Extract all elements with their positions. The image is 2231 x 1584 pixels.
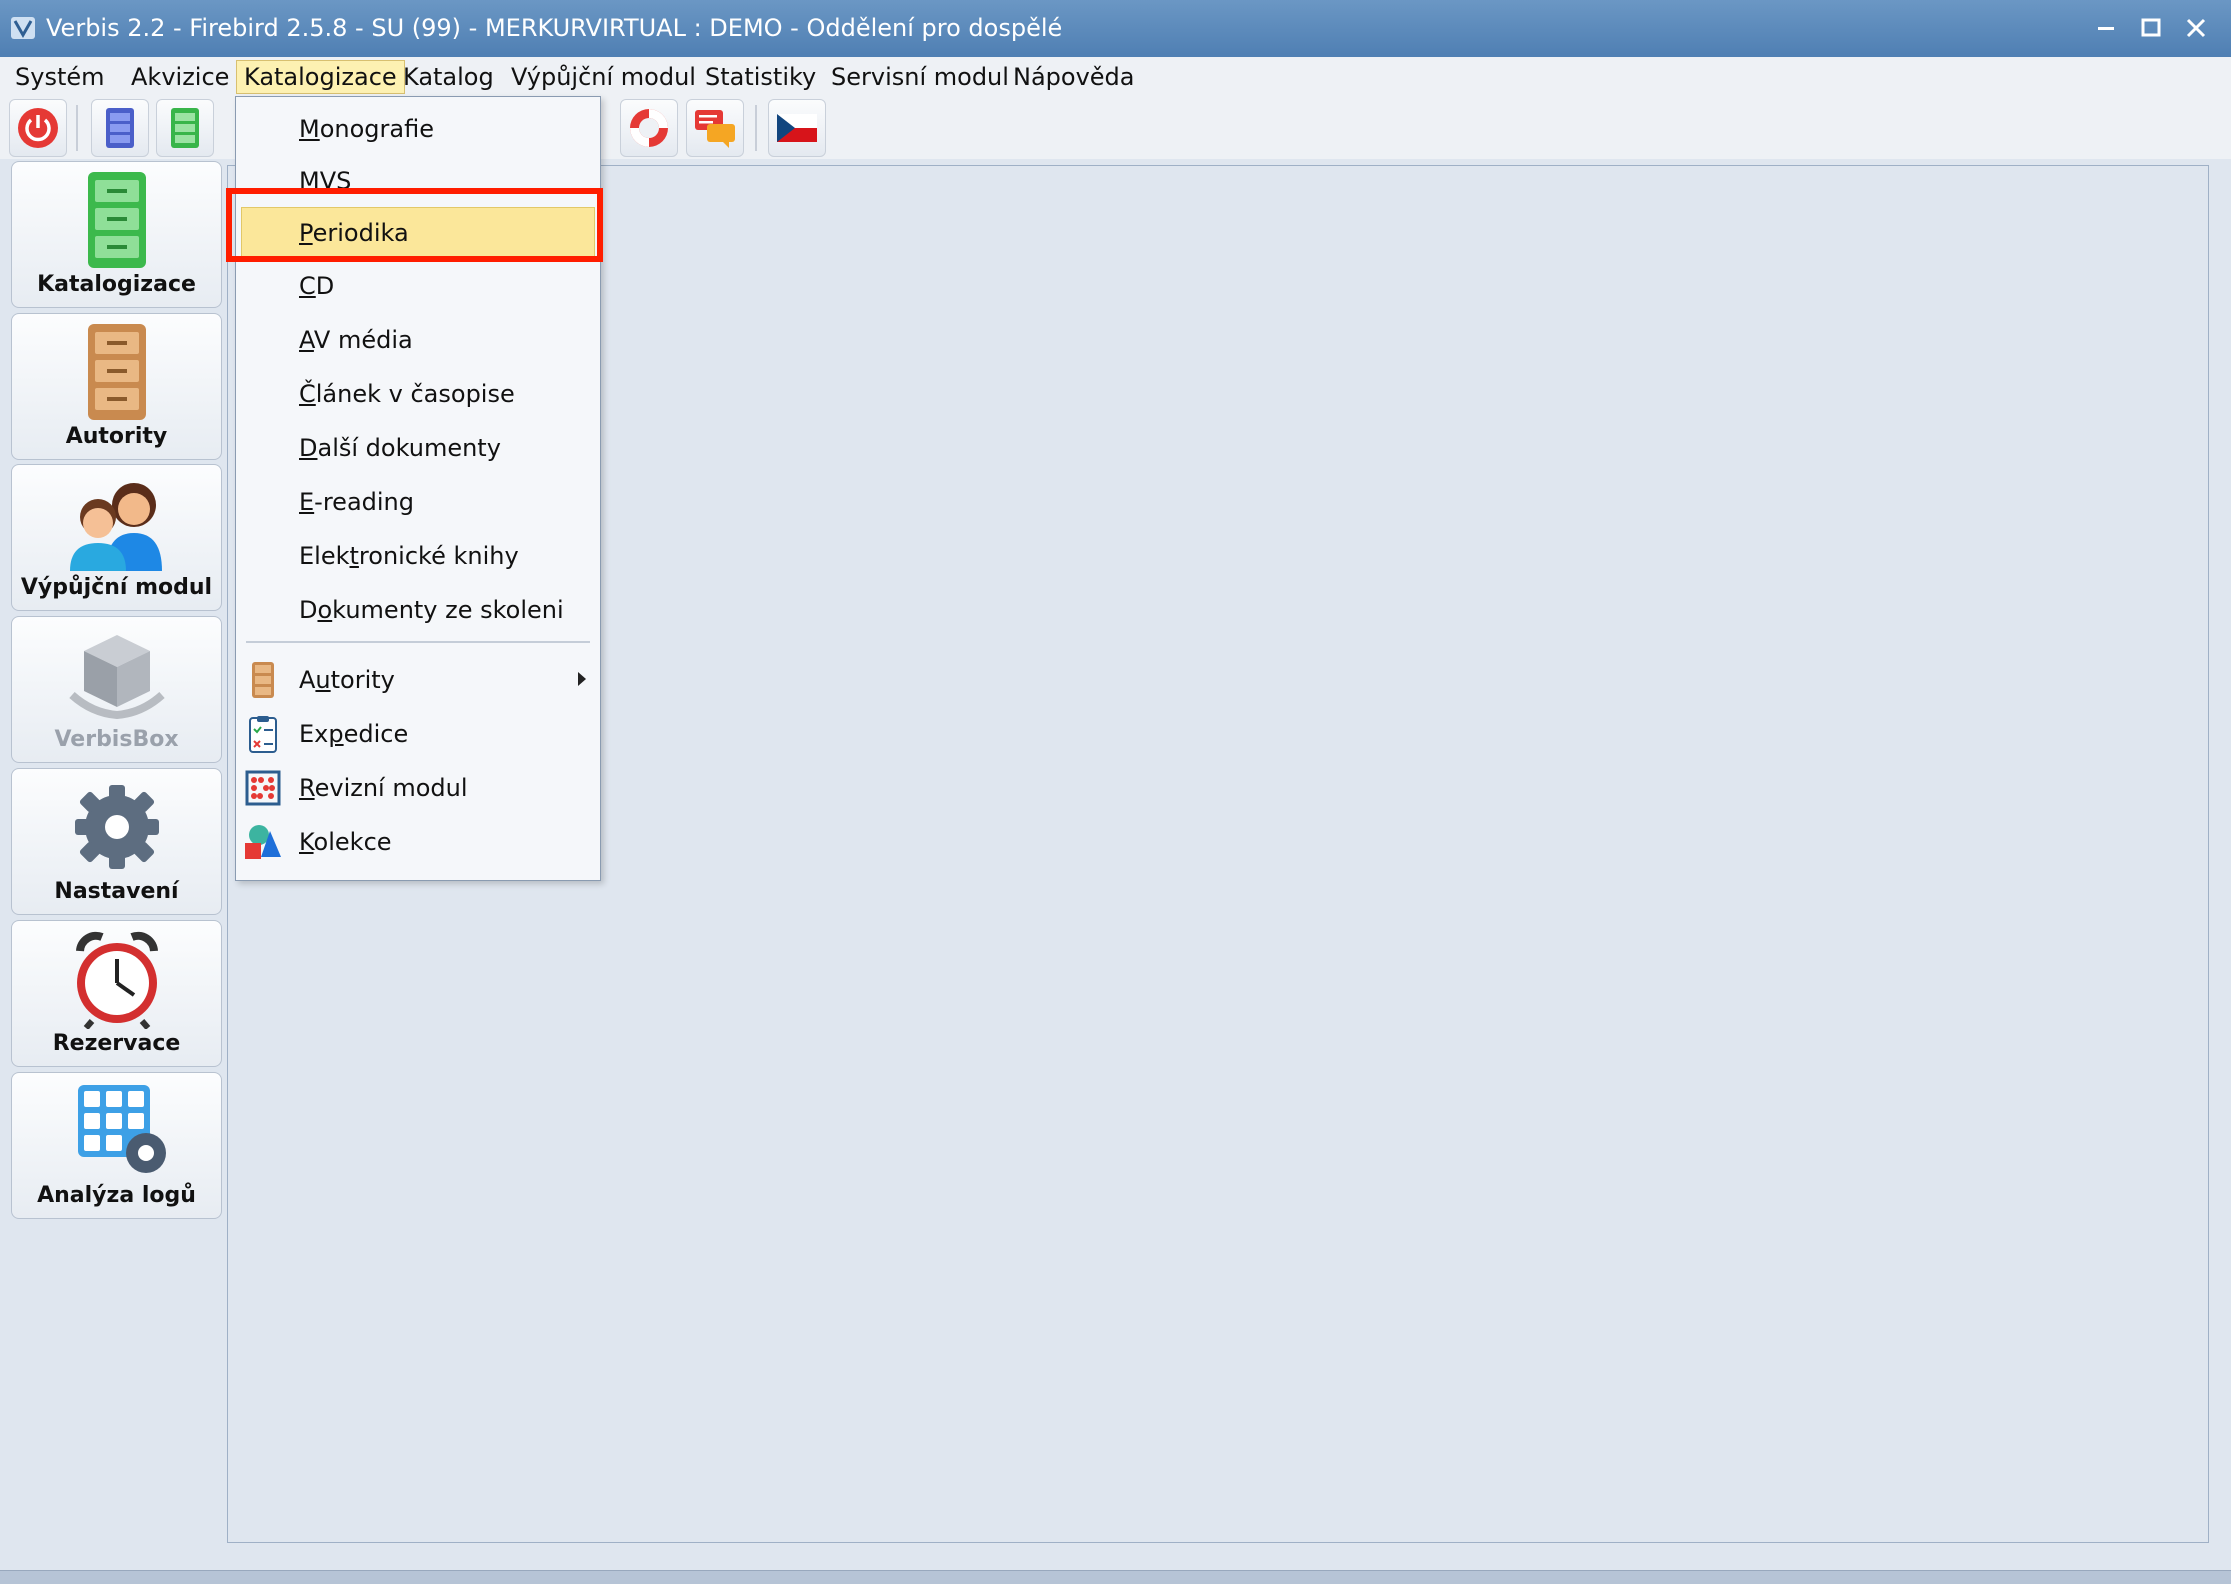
green-cabinet-icon (171, 108, 199, 148)
nav-rezervace[interactable]: Rezervace (11, 920, 222, 1067)
nav-autority[interactable]: Autority (11, 313, 222, 460)
minimize-icon (2098, 27, 2114, 30)
green-cabinet-button[interactable] (156, 99, 214, 157)
nav-label: Výpůjční modul (20, 575, 213, 600)
menu-item-cd[interactable]: CD (236, 260, 600, 312)
power-icon (18, 108, 58, 148)
menu-system[interactable]: Systém (8, 61, 112, 93)
box-icon (68, 635, 165, 720)
nav-label: Analýza logů (37, 1183, 196, 1208)
menu-vypujcni-modul[interactable]: Výpůjční modul (504, 61, 703, 93)
menu-item-expedice[interactable]: Expedice (236, 708, 600, 760)
nav-verbisbox[interactable]: VerbisBox (11, 616, 222, 763)
submenu-arrow-icon (578, 672, 586, 686)
toolbar-separator (755, 105, 757, 151)
menu-item-clanek-v-casopise[interactable]: Článek v časopise (236, 368, 600, 420)
shapes-icon (245, 825, 281, 859)
menu-katalogizace[interactable]: Katalogizace (236, 60, 405, 94)
title-bar: Verbis 2.2 - Firebird 2.5.8 - SU (99) - … (0, 0, 2231, 57)
verbis-logo-icon (11, 17, 35, 39)
brown-cabinet-icon (87, 324, 146, 420)
nav-label: Autority (65, 424, 168, 449)
nav-katalogizace[interactable]: Katalogizace (11, 161, 222, 308)
menu-bar: Systém Akvizice Katalogizace Katalog Výp… (0, 57, 2231, 98)
nav-label: VerbisBox (54, 727, 179, 752)
brown-cabinet-icon (252, 662, 274, 698)
menu-item-monografie[interactable]: Monografie (236, 103, 600, 155)
nav-label: Katalogizace (37, 272, 196, 297)
menu-akvizice[interactable]: Akvizice (124, 61, 236, 93)
people-icon (69, 483, 162, 571)
nav-nastaveni[interactable]: Nastavení (11, 768, 222, 915)
green-cabinet-icon (87, 172, 146, 268)
blue-cabinet-button[interactable] (91, 99, 149, 157)
blue-cabinet-icon (106, 108, 134, 148)
menu-item-autority[interactable]: Autority (236, 654, 600, 706)
menu-servisni-modul[interactable]: Servisní modul (824, 61, 1016, 93)
grid-gear-icon (77, 1085, 166, 1173)
chat-bubbles-icon (695, 110, 735, 148)
menu-item-e-reading[interactable]: E-reading (236, 476, 600, 528)
close-button[interactable] (2175, 8, 2217, 48)
menu-item-dalsi-dokumenty[interactable]: Další dokumenty (236, 422, 600, 474)
highlight-annotation-box (226, 188, 603, 262)
menu-statistiky[interactable]: Statistiky (698, 61, 823, 93)
menu-item-av-media[interactable]: AV média (236, 314, 600, 366)
toolbar-separator (76, 105, 78, 151)
menu-item-elektronicke-knihy[interactable]: Elektronické knihy (236, 530, 600, 582)
lifebuoy-icon (630, 109, 668, 147)
menu-item-revizni-modul[interactable]: Revizní modul (236, 762, 600, 814)
nav-label: Rezervace (52, 1031, 181, 1056)
status-bar (0, 1570, 2231, 1584)
alarm-clock-icon (75, 931, 158, 1029)
window-title: Verbis 2.2 - Firebird 2.5.8 - SU (99) - … (46, 14, 1063, 42)
left-nav-panel: Katalogizace Autority Výpůjční modul Ver… (0, 159, 228, 1569)
clipboard-checklist-icon (249, 716, 277, 753)
abacus-icon (245, 770, 281, 806)
power-button[interactable] (9, 99, 67, 157)
czech-flag-icon (777, 114, 817, 142)
menu-item-kolekce[interactable]: Kolekce (236, 816, 600, 868)
maximize-button[interactable] (2130, 8, 2172, 48)
nav-label: Nastavení (54, 879, 179, 904)
language-button[interactable] (768, 99, 826, 157)
nav-analyza-logu[interactable]: Analýza logů (11, 1072, 222, 1219)
menu-katalog[interactable]: Katalog (396, 61, 501, 93)
menu-item-dokumenty-ze-skoleni[interactable]: Dokumenty ze skoleni (236, 584, 600, 636)
maximize-icon (2141, 18, 2161, 37)
help-lifebuoy-button[interactable] (620, 99, 678, 157)
minimize-button[interactable] (2085, 8, 2127, 48)
menu-napoveda[interactable]: Nápověda (1006, 61, 1142, 93)
gear-icon (74, 785, 159, 869)
nav-vypujcni-modul[interactable]: Výpůjční modul (11, 464, 222, 611)
messages-button[interactable] (686, 99, 744, 157)
menu-separator (246, 641, 590, 643)
close-icon (2186, 18, 2206, 38)
